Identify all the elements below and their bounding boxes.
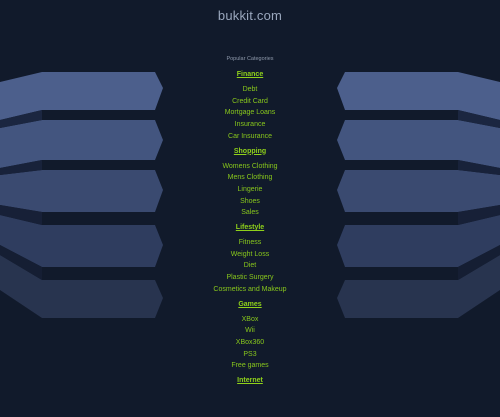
- categories-list: Finance Debt Credit Card Mortgage Loans Insu…: [180, 69, 320, 387]
- category-link[interactable]: Plastic Surgery: [180, 272, 320, 284]
- category-block-finance: Finance Debt Credit Card Mortgage Loans Insu…: [180, 69, 320, 143]
- category-link[interactable]: Mens Clothing: [180, 172, 320, 184]
- left-chevron-3: [0, 170, 163, 212]
- category-link[interactable]: Womens Clothing: [180, 161, 320, 173]
- category-link[interactable]: Mortgage Loans: [180, 107, 320, 119]
- page: bukkit.com Popular Categories Finance Deb…: [0, 0, 500, 417]
- site-title: bukkit.com: [217, 8, 283, 23]
- category-link[interactable]: Car Insurance: [180, 131, 320, 143]
- popular-categories-label: Popular Categories: [226, 56, 274, 62]
- category-heading-finance[interactable]: Finance: [180, 69, 320, 81]
- category-link[interactable]: Sales: [180, 207, 320, 219]
- right-chevron-2: [337, 120, 500, 168]
- right-chevron-3: [337, 170, 500, 212]
- category-link[interactable]: Lingerie: [180, 184, 320, 196]
- category-block-lifestyle: Lifestyle Fitness Weight Loss Diet Plastic S…: [180, 222, 320, 296]
- left-chevron-2: [0, 120, 163, 168]
- category-link[interactable]: Credit Card: [180, 96, 320, 108]
- category-heading-internet[interactable]: Internet: [180, 375, 320, 387]
- category-link[interactable]: Fitness: [180, 237, 320, 249]
- categories-menu: Popular Categories Finance Debt Credit Car…: [180, 56, 320, 390]
- category-block-internet: Internet: [180, 375, 320, 387]
- category-link[interactable]: PS3: [180, 349, 320, 361]
- category-heading-lifestyle[interactable]: Lifestyle: [180, 222, 320, 234]
- category-link[interactable]: Debt: [180, 84, 320, 96]
- category-link[interactable]: Cosmetics and Makeup: [180, 284, 320, 296]
- category-link[interactable]: XBox: [180, 314, 320, 326]
- category-link[interactable]: Diet: [180, 260, 320, 272]
- right-chevron-1: [337, 72, 500, 120]
- category-link[interactable]: Shoes: [180, 196, 320, 208]
- category-link[interactable]: Wii: [180, 325, 320, 337]
- category-heading-shopping[interactable]: Shopping: [180, 146, 320, 158]
- category-link[interactable]: Insurance: [180, 119, 320, 131]
- category-link[interactable]: Weight Loss: [180, 249, 320, 261]
- category-block-shopping: Shopping Womens Clothing Mens Clothing Ling…: [180, 146, 320, 220]
- left-chevron-1: [0, 72, 163, 120]
- category-link[interactable]: XBox360: [180, 337, 320, 349]
- category-heading-games[interactable]: Games: [180, 299, 320, 311]
- category-link[interactable]: Free games: [180, 360, 320, 372]
- category-block-games: Games XBox Wii XBox360 PS3 Free games: [180, 299, 320, 373]
